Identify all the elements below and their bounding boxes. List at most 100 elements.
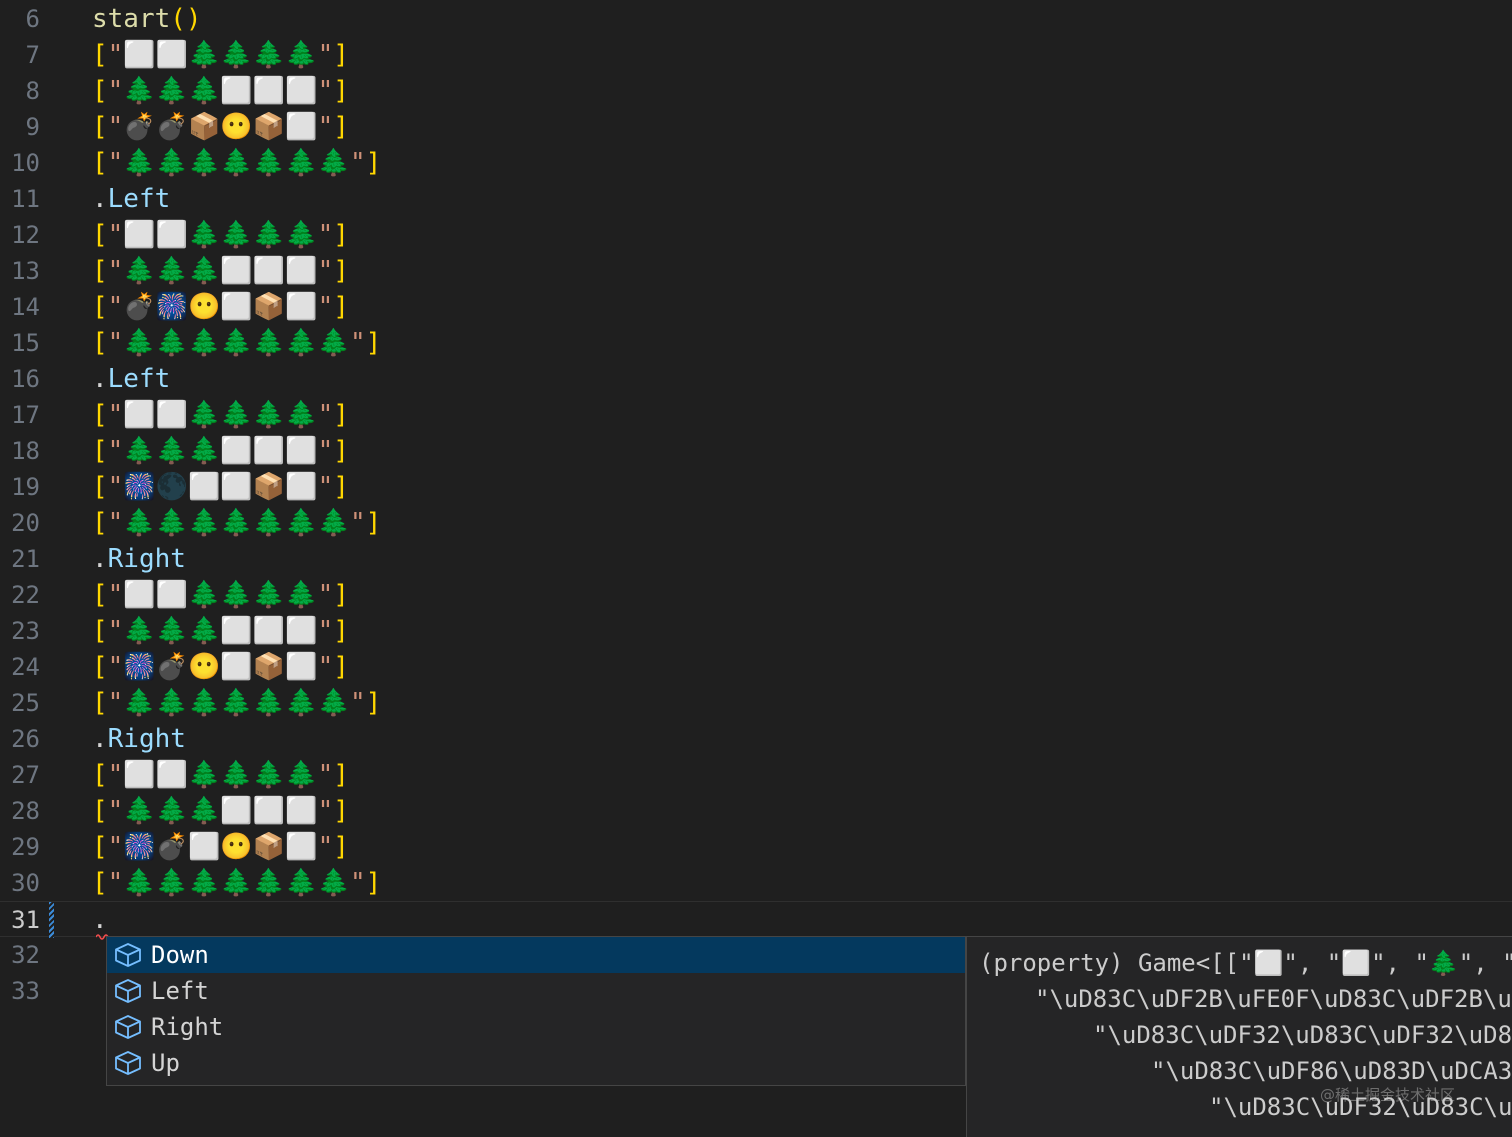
close-bracket: ] bbox=[333, 616, 349, 646]
code-line[interactable]: 12 ["⬜⬜🌲🌲🌲🌲"] bbox=[0, 217, 1512, 253]
suggest-item-right[interactable]: Right bbox=[107, 1009, 965, 1045]
suggest-item-down[interactable]: Down bbox=[107, 937, 965, 973]
code-text[interactable]: ["🎆💣😶⬜📦⬜"] bbox=[92, 651, 349, 683]
code-text[interactable]: ["🌲🌲🌲⬜⬜⬜"] bbox=[92, 435, 349, 467]
line-number: 18 bbox=[11, 437, 40, 465]
watermark: @稀土掘金技术社区 bbox=[1320, 1086, 1456, 1104]
quote: " bbox=[317, 112, 334, 142]
open-bracket: [ bbox=[92, 292, 108, 322]
code-line[interactable]: 22 ["⬜⬜🌲🌲🌲🌲"] bbox=[0, 577, 1512, 613]
code-text[interactable]: . bbox=[92, 904, 108, 936]
suggest-item-left[interactable]: Left bbox=[107, 973, 965, 1009]
open-bracket: [ bbox=[92, 112, 108, 142]
close-bracket: ] bbox=[365, 868, 382, 898]
suggest-item-up[interactable]: Up bbox=[107, 1045, 965, 1081]
code-line[interactable]: 16 .Left bbox=[0, 361, 1512, 397]
code-line[interactable]: 26 .Right bbox=[0, 721, 1512, 757]
close-bracket: ] bbox=[365, 328, 382, 358]
line-number: 12 bbox=[11, 221, 40, 249]
quote: " bbox=[349, 688, 366, 718]
code-line[interactable]: 10 ["🌲🌲🌲🌲🌲🌲🌲"] bbox=[0, 145, 1512, 181]
line-number: 7 bbox=[25, 41, 40, 69]
code-line[interactable]: 27 ["⬜⬜🌲🌲🌲🌲"] bbox=[0, 757, 1512, 793]
line-number: 6 bbox=[25, 5, 40, 33]
quote: " bbox=[317, 292, 334, 322]
quote: " bbox=[107, 796, 124, 826]
close-bracket: ] bbox=[333, 256, 349, 286]
code-text[interactable]: ["🌲🌲🌲🌲🌲🌲🌲"] bbox=[92, 867, 381, 899]
code-line[interactable]: 8 ["🌲🌲🌲⬜⬜⬜"] bbox=[0, 73, 1512, 109]
code-line[interactable]: 20 ["🌲🌲🌲🌲🌲🌲🌲"] bbox=[0, 505, 1512, 541]
code-line[interactable]: 21 .Right bbox=[0, 541, 1512, 577]
code-text[interactable]: start() bbox=[92, 3, 202, 35]
code-text[interactable]: ["🌲🌲🌲⬜⬜⬜"] bbox=[92, 615, 349, 647]
code-text[interactable]: ["⬜⬜🌲🌲🌲🌲"] bbox=[92, 219, 349, 251]
suggest-item-label: Left bbox=[151, 977, 209, 1005]
code-line[interactable]: 28 ["🌲🌲🌲⬜⬜⬜"] bbox=[0, 793, 1512, 829]
quote: " bbox=[349, 148, 366, 178]
code-line[interactable]: 17 ["⬜⬜🌲🌲🌲🌲"] bbox=[0, 397, 1512, 433]
code-text[interactable]: ["⬜⬜🌲🌲🌲🌲"] bbox=[92, 39, 349, 71]
code-text[interactable]: ["⬜⬜🌲🌲🌲🌲"] bbox=[92, 579, 349, 611]
code-line[interactable]: 30 ["🌲🌲🌲🌲🌲🌲🌲"] bbox=[0, 865, 1512, 901]
suggest-details-panel: (property) Game<[["⬜", "⬜", "🌲", "🌲 "\uD8… bbox=[966, 936, 1512, 1137]
code-text[interactable]: .Left bbox=[92, 183, 170, 215]
code-line[interactable]: 14 ["💣🎆😶⬜📦⬜"] bbox=[0, 289, 1512, 325]
close-bracket: ] bbox=[333, 292, 349, 322]
quote: " bbox=[317, 436, 334, 466]
code-text[interactable]: ["🎆🌑⬜⬜📦⬜"] bbox=[92, 471, 349, 503]
open-bracket: [ bbox=[92, 40, 108, 70]
code-line[interactable]: 25 ["🌲🌲🌲🌲🌲🌲🌲"] bbox=[0, 685, 1512, 721]
open-bracket: [ bbox=[92, 472, 108, 502]
code-line[interactable]: 9 ["💣💣📦😶📦⬜"] bbox=[0, 109, 1512, 145]
string-content: 🎆💣😶⬜📦⬜ bbox=[123, 652, 318, 682]
code-line[interactable]: 6 start() bbox=[0, 1, 1512, 37]
code-text[interactable]: ["💣💣📦😶📦⬜"] bbox=[92, 111, 349, 143]
property-icon bbox=[113, 942, 143, 968]
string-content: 🌲🌲🌲🌲🌲🌲🌲 bbox=[123, 508, 350, 538]
string-content: 💣🎆😶⬜📦⬜ bbox=[123, 292, 318, 322]
code-line[interactable]: 19 ["🎆🌑⬜⬜📦⬜"] bbox=[0, 469, 1512, 505]
code-line[interactable]: 11 .Left bbox=[0, 181, 1512, 217]
code-line[interactable]: 18 ["🌲🌲🌲⬜⬜⬜"] bbox=[0, 433, 1512, 469]
code-text[interactable]: ["💣🎆😶⬜📦⬜"] bbox=[92, 291, 349, 323]
suggest-widget[interactable]: Down Left Right Up bbox=[106, 936, 966, 1086]
string-content: 🌲🌲🌲⬜⬜⬜ bbox=[123, 256, 318, 286]
open-bracket: [ bbox=[92, 148, 108, 178]
code-text[interactable]: ["🌲🌲🌲⬜⬜⬜"] bbox=[92, 795, 349, 827]
code-text[interactable]: ["⬜⬜🌲🌲🌲🌲"] bbox=[92, 759, 349, 791]
code-text[interactable]: ["🌲🌲🌲🌲🌲🌲🌲"] bbox=[92, 327, 381, 359]
close-bracket: ] bbox=[333, 472, 349, 502]
close-bracket: ] bbox=[365, 148, 382, 178]
code-line[interactable]: 29 ["🎆💣⬜😶📦⬜"] bbox=[0, 829, 1512, 865]
line-number: 15 bbox=[11, 329, 40, 357]
open-bracket: [ bbox=[92, 652, 108, 682]
code-line[interactable]: 7 ["⬜⬜🌲🌲🌲🌲"] bbox=[0, 37, 1512, 73]
code-text[interactable]: ["⬜⬜🌲🌲🌲🌲"] bbox=[92, 399, 349, 431]
open-bracket: [ bbox=[92, 436, 108, 466]
code-text[interactable]: ["🌲🌲🌲⬜⬜⬜"] bbox=[92, 255, 349, 287]
line-number: 16 bbox=[11, 365, 40, 393]
code-line[interactable]: 31. bbox=[0, 901, 1512, 940]
line-number: 25 bbox=[11, 689, 40, 717]
code-text[interactable]: .Right bbox=[92, 723, 186, 755]
line-number: 32 bbox=[11, 941, 40, 969]
code-text[interactable]: ["🎆💣⬜😶📦⬜"] bbox=[92, 831, 349, 863]
code-line[interactable]: 24 ["🎆💣😶⬜📦⬜"] bbox=[0, 649, 1512, 685]
string-content: 🌲🌲🌲⬜⬜⬜ bbox=[123, 796, 318, 826]
quote: " bbox=[317, 796, 334, 826]
open-bracket: [ bbox=[92, 220, 108, 250]
code-line[interactable]: 15 ["🌲🌲🌲🌲🌲🌲🌲"] bbox=[0, 325, 1512, 361]
string-content: ⬜⬜🌲🌲🌲🌲 bbox=[123, 400, 318, 430]
code-text[interactable]: .Left bbox=[92, 363, 170, 395]
quote: " bbox=[107, 256, 124, 286]
code-text[interactable]: ["🌲🌲🌲🌲🌲🌲🌲"] bbox=[92, 507, 381, 539]
code-text[interactable]: ["🌲🌲🌲⬜⬜⬜"] bbox=[92, 75, 349, 107]
open-bracket: [ bbox=[92, 256, 108, 286]
quote: " bbox=[349, 508, 366, 538]
code-text[interactable]: ["🌲🌲🌲🌲🌲🌲🌲"] bbox=[92, 687, 381, 719]
code-text[interactable]: ["🌲🌲🌲🌲🌲🌲🌲"] bbox=[92, 147, 381, 179]
code-line[interactable]: 23 ["🌲🌲🌲⬜⬜⬜"] bbox=[0, 613, 1512, 649]
code-text[interactable]: .Right bbox=[92, 543, 186, 575]
code-line[interactable]: 13 ["🌲🌲🌲⬜⬜⬜"] bbox=[0, 253, 1512, 289]
